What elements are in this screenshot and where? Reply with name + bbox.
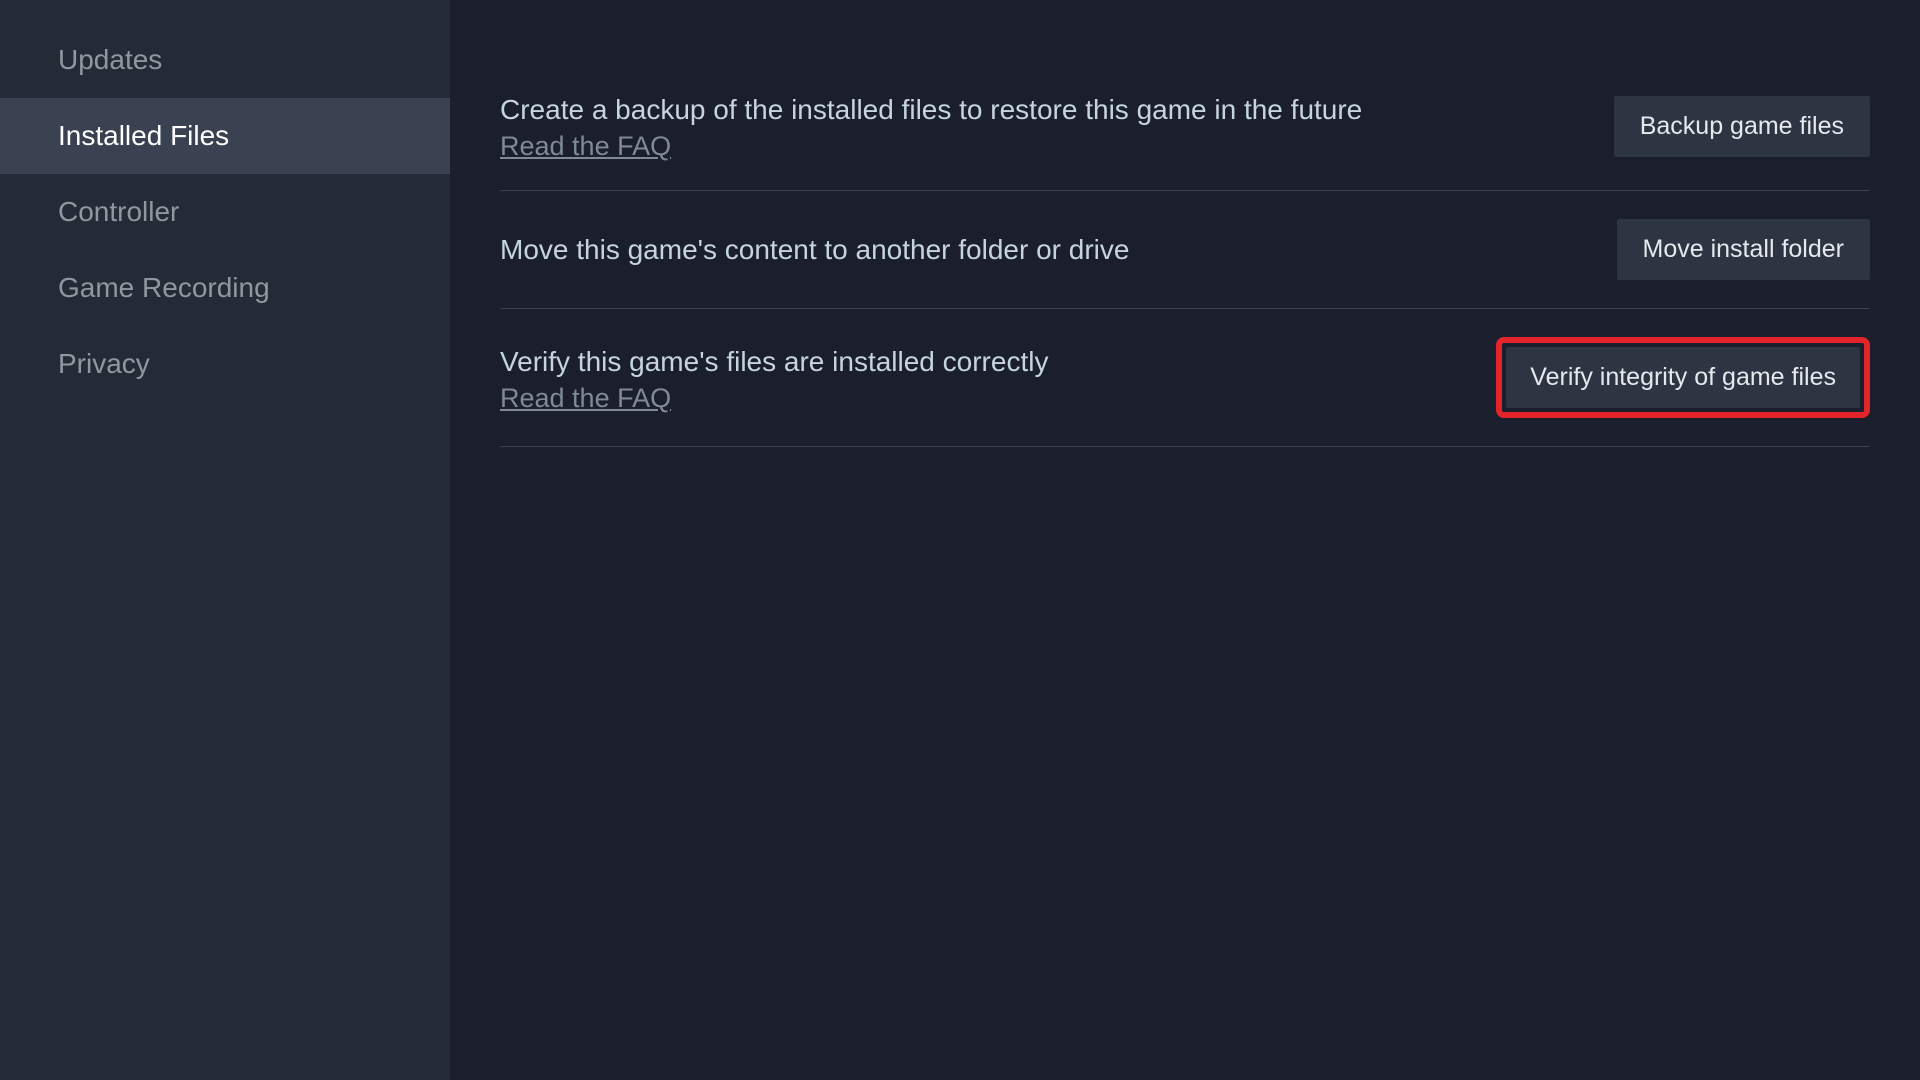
sidebar-item-privacy[interactable]: Privacy (0, 326, 450, 402)
backup-faq-link[interactable]: Read the FAQ (500, 131, 671, 162)
highlight-annotation: Verify integrity of game files (1496, 337, 1870, 418)
verify-description: Verify this game's files are installed c… (500, 342, 1456, 381)
setting-text-block: Verify this game's files are installed c… (500, 342, 1496, 414)
sidebar-item-updates[interactable]: Updates (0, 22, 450, 98)
move-install-folder-button[interactable]: Move install folder (1617, 219, 1870, 280)
backup-game-files-button[interactable]: Backup game files (1614, 96, 1870, 157)
move-description: Move this game's content to another fold… (500, 230, 1577, 269)
verify-integrity-button[interactable]: Verify integrity of game files (1506, 347, 1860, 408)
setting-row-verify: Verify this game's files are installed c… (500, 309, 1870, 447)
sidebar-item-installed-files[interactable]: Installed Files (0, 98, 450, 174)
setting-row-backup: Create a backup of the installed files t… (500, 80, 1870, 191)
settings-sidebar: Updates Installed Files Controller Game … (0, 0, 450, 1080)
backup-description: Create a backup of the installed files t… (500, 90, 1574, 129)
sidebar-item-controller[interactable]: Controller (0, 174, 450, 250)
setting-text-block: Create a backup of the installed files t… (500, 90, 1614, 162)
setting-row-move: Move this game's content to another fold… (500, 191, 1870, 309)
sidebar-item-game-recording[interactable]: Game Recording (0, 250, 450, 326)
verify-faq-link[interactable]: Read the FAQ (500, 383, 671, 414)
main-content: Create a backup of the installed files t… (450, 0, 1920, 1080)
setting-text-block: Move this game's content to another fold… (500, 230, 1617, 269)
